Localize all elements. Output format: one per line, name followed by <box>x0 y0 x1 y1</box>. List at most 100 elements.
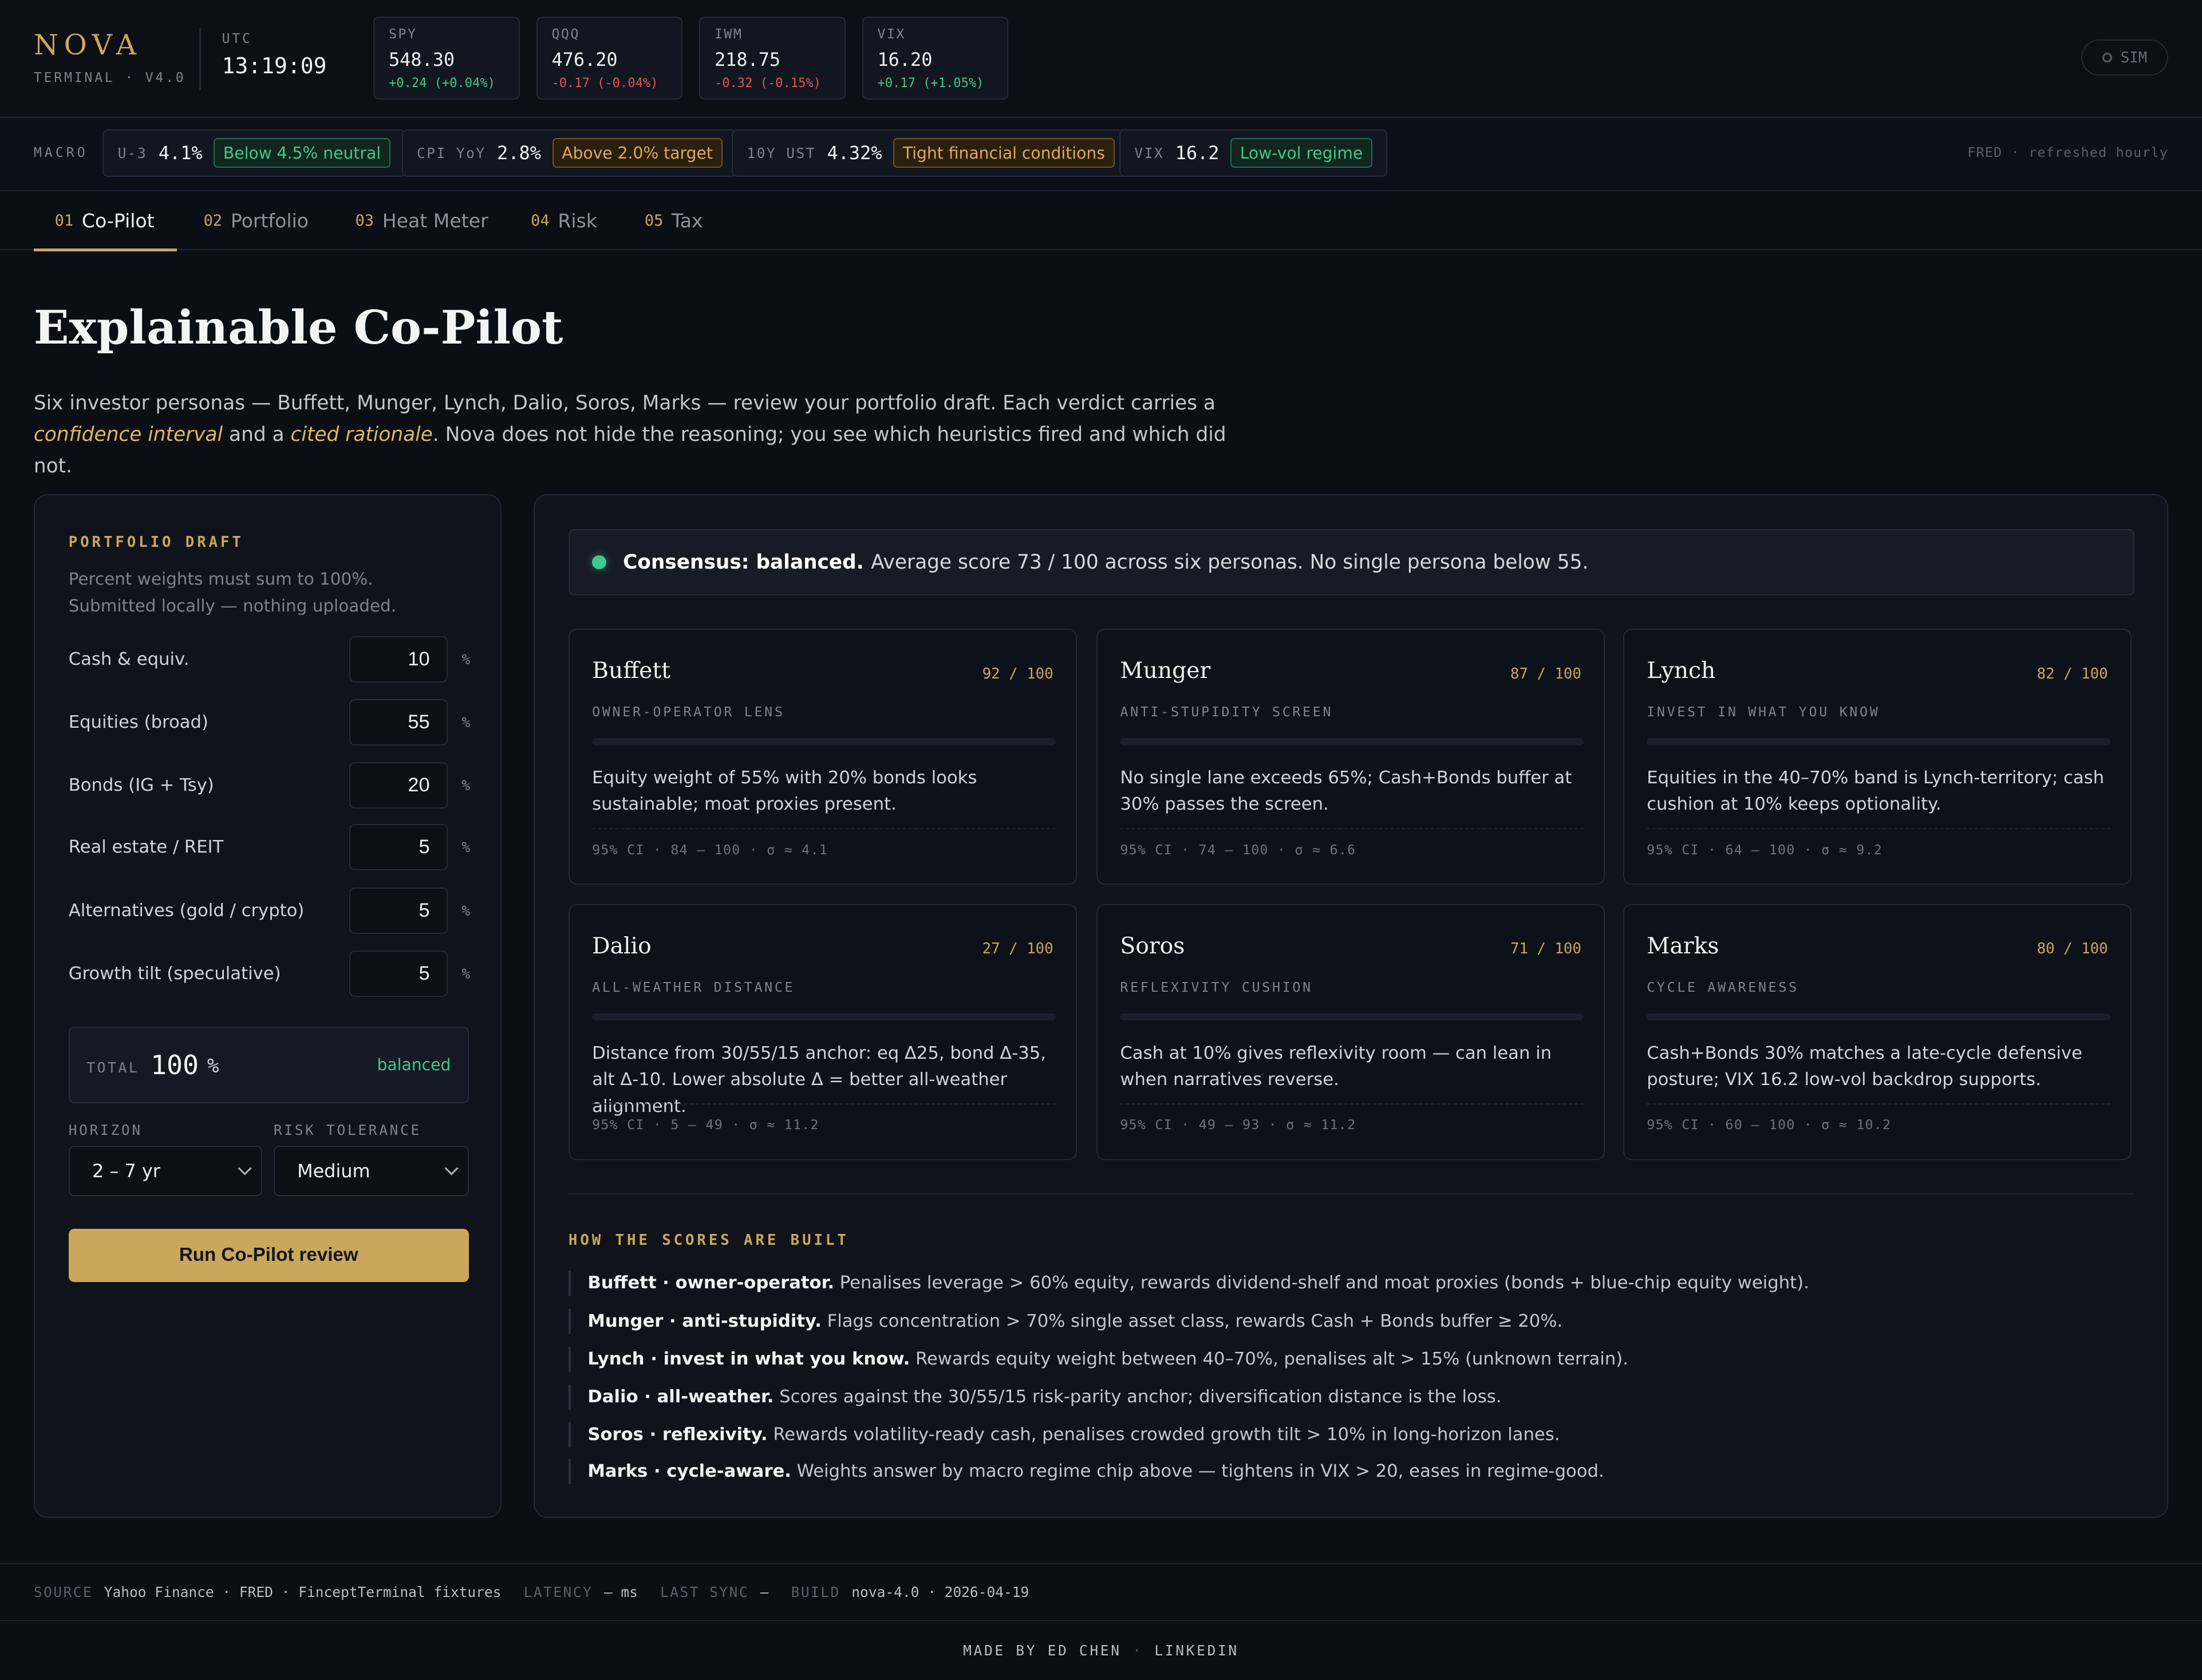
persona-card-soros[interactable]: Soros 71 / 100 REFLEXIVITY CUSHION Cash … <box>1096 904 1605 1160</box>
weight-label: Bonds (IG + Tsy) <box>68 775 214 796</box>
consensus-text: Average score 73 / 100 across six person… <box>871 550 1589 574</box>
weight-input[interactable] <box>349 887 448 934</box>
macro-chip-cpi[interactable]: CPI YoY 2.8% Above 2.0% target <box>401 129 738 178</box>
weight-input[interactable] <box>349 951 448 997</box>
persona-score: 27 / 100 <box>982 940 1053 958</box>
persona-name: Dalio <box>592 933 652 960</box>
status-badge: Tight financial conditions <box>893 138 1115 168</box>
chip-value: 16.2 <box>1175 142 1220 164</box>
weight-row-equities: Equities (broad) % <box>69 699 470 746</box>
consensus-banner: Consensus: balanced. Average score 73 / … <box>568 529 2134 596</box>
ticker-qqq[interactable]: QQQ 476.20 -0.17 (-0.04%) <box>536 17 683 100</box>
horizon-label: HORIZON <box>68 1122 143 1139</box>
ticker-change: -0.32 (-0.15%) <box>714 76 821 91</box>
persona-lens: OWNER-OPERATOR LENS <box>592 704 785 720</box>
tab-number: 04 <box>531 211 550 230</box>
rule-text: Rewards volatility-ready cash, penalises… <box>767 1425 1560 1445</box>
chip-value: 4.1% <box>158 142 203 164</box>
weight-input[interactable] <box>349 636 448 683</box>
risk-select[interactable]: Medium <box>273 1146 469 1197</box>
weight-row-bonds: Bonds (IG + Tsy) % <box>68 762 471 809</box>
separator: · <box>1132 1642 1143 1659</box>
ticker-iwm[interactable]: IWM 218.75 -0.32 (-0.15%) <box>699 17 846 100</box>
brand: NOVA TERMINAL · V4.0 <box>34 28 186 85</box>
persona-results-panel: Consensus: balanced. Average score 73 / … <box>534 494 2169 1519</box>
persona-card-buffett[interactable]: Buffett 92 / 100 OWNER-OPERATOR LENS Equ… <box>568 629 1077 885</box>
weight-input[interactable] <box>349 824 448 871</box>
chevron-down-icon <box>444 1161 459 1176</box>
tab-co-pilot[interactable]: 01 Co-Pilot <box>33 191 177 252</box>
rule-text: Scores against the 30/55/15 risk-parity … <box>774 1386 1502 1407</box>
chevron-down-icon <box>238 1161 252 1176</box>
weight-input[interactable] <box>349 762 448 809</box>
divider <box>592 828 1056 829</box>
top-bar: NOVA TERMINAL · V4.0 UTC 13:19:09 SPY 54… <box>0 0 2202 119</box>
rule-text: Rewards equity weight between 40–70%, pe… <box>910 1348 1628 1369</box>
chip-value: 2.8% <box>497 142 541 164</box>
macro-chip-vix[interactable]: VIX 16.2 Low-vol regime <box>1119 129 1388 178</box>
desc-emphasis: confidence interval <box>33 423 223 447</box>
risk-label: RISK TOLERANCE <box>273 1122 421 1139</box>
desc-text: and a <box>223 423 291 447</box>
persona-lens: REFLEXIVITY CUSHION <box>1120 980 1313 996</box>
footer-key: LATENCY <box>523 1583 593 1600</box>
rule-title: Munger · anti-stupidity. <box>587 1311 822 1331</box>
sim-toggle[interactable]: SIM <box>2081 39 2169 76</box>
radio-dot-icon <box>2102 52 2113 63</box>
percent-suffix: % <box>461 777 471 794</box>
tab-number: 01 <box>54 211 74 230</box>
weight-row-cash: Cash & equiv. % <box>69 636 471 683</box>
macro-label: MACRO <box>33 144 88 160</box>
tab-number: 05 <box>644 211 664 230</box>
persona-card-munger[interactable]: Munger 87 / 100 ANTI-STUPIDITY SCREEN No… <box>1096 629 1605 885</box>
score-bar <box>592 738 1056 746</box>
source-note: FRED · refreshed hourly <box>1967 144 2169 160</box>
status-badge: Below 4.5% neutral <box>214 138 390 168</box>
persona-rationale: Cash+Bonds 30% matches a late-cycle defe… <box>1647 1043 2082 1090</box>
tab-tax[interactable]: 05 Tax <box>645 191 703 250</box>
status-badge: Above 2.0% target <box>552 138 723 168</box>
desc-text: Six investor personas — Buffett, Munger,… <box>33 391 1216 415</box>
linkedin-link[interactable]: LINKEDIN <box>1154 1642 1239 1659</box>
score-bar <box>1647 1013 2110 1021</box>
credit-text: MADE BY ED CHEN <box>963 1642 1122 1659</box>
persona-name: Soros <box>1120 933 1185 960</box>
persona-card-lynch[interactable]: Lynch 82 / 100 INVEST IN WHAT YOU KNOW E… <box>1623 629 2132 885</box>
percent-suffix: % <box>461 839 471 856</box>
footer-value: — ms <box>603 1583 638 1600</box>
scoring-rule: Soros · reflexivity. Rewards volatility-… <box>568 1422 1560 1448</box>
chip-key: U-3 <box>117 144 148 161</box>
weight-input[interactable] <box>349 699 448 746</box>
confidence-interval: 95% CI · 5 – 49 · σ ≈ 11.2 <box>592 1117 819 1133</box>
persona-lens: CYCLE AWARENESS <box>1647 980 1799 996</box>
percent-suffix: % <box>461 650 471 668</box>
utc-clock: UTC 13:19:09 <box>222 31 327 78</box>
divider <box>199 28 201 90</box>
macro-chip-10y[interactable]: 10Y UST 4.32% Tight financial conditions <box>731 129 1130 178</box>
persona-score: 71 / 100 <box>1510 940 1581 958</box>
persona-card-dalio[interactable]: Dalio 27 / 100 ALL-WEATHER DISTANCE Dist… <box>568 904 1077 1160</box>
macro-chip-u3[interactable]: U-3 4.1% Below 4.5% neutral <box>102 129 406 178</box>
tab-portfolio[interactable]: 02 Portfolio <box>204 191 309 250</box>
brand-version: TERMINAL · V4.0 <box>33 69 186 85</box>
divider <box>1647 1103 2110 1105</box>
run-review-button[interactable]: Run Co-Pilot review <box>68 1228 469 1282</box>
ticker-spy[interactable]: SPY 548.30 +0.24 (+0.04%) <box>373 17 520 100</box>
rule-title: Lynch · invest in what you know. <box>587 1348 910 1369</box>
total-label: TOTAL <box>86 1059 140 1076</box>
tab-label: Risk <box>558 209 597 232</box>
ticker-vix[interactable]: VIX 16.20 +0.17 (+1.05%) <box>862 17 1009 100</box>
persona-lens: ANTI-STUPIDITY SCREEN <box>1120 704 1333 720</box>
horizon-select[interactable]: 2 – 7 yr <box>68 1146 263 1197</box>
persona-card-marks[interactable]: Marks 80 / 100 CYCLE AWARENESS Cash+Bond… <box>1623 904 2132 1160</box>
tab-heat-meter[interactable]: 03 Heat Meter <box>356 191 488 250</box>
total-state: balanced <box>377 1055 451 1075</box>
divider <box>1120 1103 1584 1105</box>
desc-emphasis: cited rationale <box>290 423 433 447</box>
persona-name: Buffett <box>592 658 670 684</box>
divider <box>568 1193 2134 1195</box>
tab-risk[interactable]: 04 Risk <box>531 191 597 250</box>
persona-score: 92 / 100 <box>982 665 1053 683</box>
ticker-symbol: SPY <box>388 26 417 42</box>
percent-suffix: % <box>461 965 471 983</box>
